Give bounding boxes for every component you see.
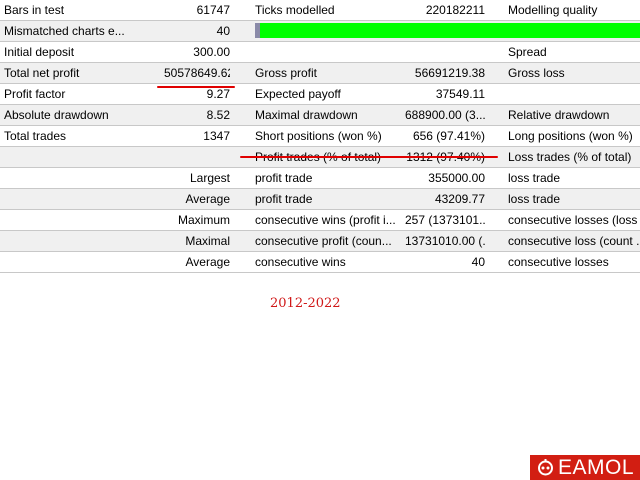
net-profit-underline xyxy=(157,86,235,88)
row-label: Profit factor xyxy=(4,87,66,101)
report-row: Largest profit trade 355000.00 loss trad… xyxy=(0,168,640,189)
row-value: 43209.77 xyxy=(434,192,485,206)
row-label: consecutive losses xyxy=(508,255,609,269)
row-label: consecutive losses (loss i... xyxy=(508,213,640,227)
period-note: 2012-2022 xyxy=(270,296,341,311)
row-label: consecutive loss (count ... xyxy=(508,234,640,248)
row-label: Ticks modelled xyxy=(255,3,335,17)
profit-trades-underline xyxy=(240,156,498,158)
robot-icon xyxy=(538,459,553,476)
row-value xyxy=(164,147,230,167)
row-value: 1347 xyxy=(203,129,230,143)
row-label: Gross profit xyxy=(255,66,318,80)
report-row: Maximum consecutive wins (profit i... 25… xyxy=(0,210,640,231)
quality-bar-start xyxy=(255,23,260,38)
row-label: Long positions (won %) xyxy=(508,129,633,143)
row-label: Absolute drawdown xyxy=(4,108,109,122)
row-label: Relative drawdown xyxy=(508,108,610,122)
row-label: Loss trades (% of total) xyxy=(508,150,632,164)
row-label: Maximum xyxy=(177,213,230,227)
row-label: Maximal xyxy=(185,234,230,248)
row-label: Total net profit xyxy=(4,66,80,80)
row-value: 355000.00 xyxy=(428,171,485,185)
report-row: Total trades 1347 Short positions (won %… xyxy=(0,126,640,147)
row-label: Spread xyxy=(508,45,547,59)
row-label: loss trade xyxy=(508,171,561,185)
report-row: Profit factor 9.27 Expected payoff 37549… xyxy=(0,84,640,105)
row-label: Average xyxy=(185,192,230,206)
report-row: Initial deposit 300.00 Spread xyxy=(0,42,640,63)
row-label: profit trade xyxy=(255,192,313,206)
row-label: Modelling quality xyxy=(508,3,598,17)
row-value: 61747 xyxy=(196,3,230,17)
row-label: Average xyxy=(185,255,230,269)
row-value: 257 (1373101... xyxy=(405,213,485,227)
report-row: Bars in test 61747 Ticks modelled 220182… xyxy=(0,0,640,21)
row-value: 40 xyxy=(216,24,230,38)
report-row: Maximal consecutive profit (coun... 1373… xyxy=(0,231,640,252)
row-label xyxy=(508,84,640,104)
row-label: consecutive wins (profit i... xyxy=(255,213,396,227)
modelling-quality-bar xyxy=(255,23,640,38)
row-label: Gross loss xyxy=(508,66,565,80)
eamol-logo: EAMOL xyxy=(530,455,640,480)
row-label: Mismatched charts e... xyxy=(4,24,125,38)
row-value xyxy=(405,42,485,62)
row-label: Largest xyxy=(189,171,230,185)
row-value: 688900.00 (3.... xyxy=(405,108,485,122)
report-row: Average profit trade 43209.77 loss trade xyxy=(0,189,640,210)
row-value: 37549.11 xyxy=(435,87,485,101)
report-row: Average consecutive wins 40 consecutive … xyxy=(0,252,640,273)
report-table: Bars in test 61747 Ticks modelled 220182… xyxy=(0,0,640,273)
row-label: Maximal drawdown xyxy=(255,108,358,122)
row-label xyxy=(255,42,405,62)
row-label: Short positions (won %) xyxy=(255,129,382,143)
report-row: Total net profit 50578649.62 Gross profi… xyxy=(0,63,640,84)
row-value: 13731010.00 (... xyxy=(405,234,485,248)
row-label: profit trade xyxy=(255,171,313,185)
row-label: consecutive profit (coun... xyxy=(255,234,392,248)
row-label: Initial deposit xyxy=(4,45,75,59)
row-value: 300.00 xyxy=(193,45,230,59)
row-value: 50578649.62 xyxy=(164,66,230,80)
row-label: Expected payoff xyxy=(255,87,341,101)
row-value: 656 (97.41%) xyxy=(412,129,485,143)
row-label: Bars in test xyxy=(4,3,65,17)
logo-text: EAMOL xyxy=(558,456,635,479)
row-value: 220182211 xyxy=(425,3,485,17)
row-label: consecutive wins xyxy=(255,255,346,269)
report-row: Mismatched charts e... 40 xyxy=(0,21,640,42)
row-label xyxy=(4,147,160,167)
row-value: 8.52 xyxy=(206,108,230,122)
row-label: Total trades xyxy=(4,129,67,143)
row-value: 56691219.38 xyxy=(414,66,485,80)
row-value: 40 xyxy=(471,255,485,269)
row-label: loss trade xyxy=(508,192,561,206)
report-row: Absolute drawdown 8.52 Maximal drawdown … xyxy=(0,105,640,126)
